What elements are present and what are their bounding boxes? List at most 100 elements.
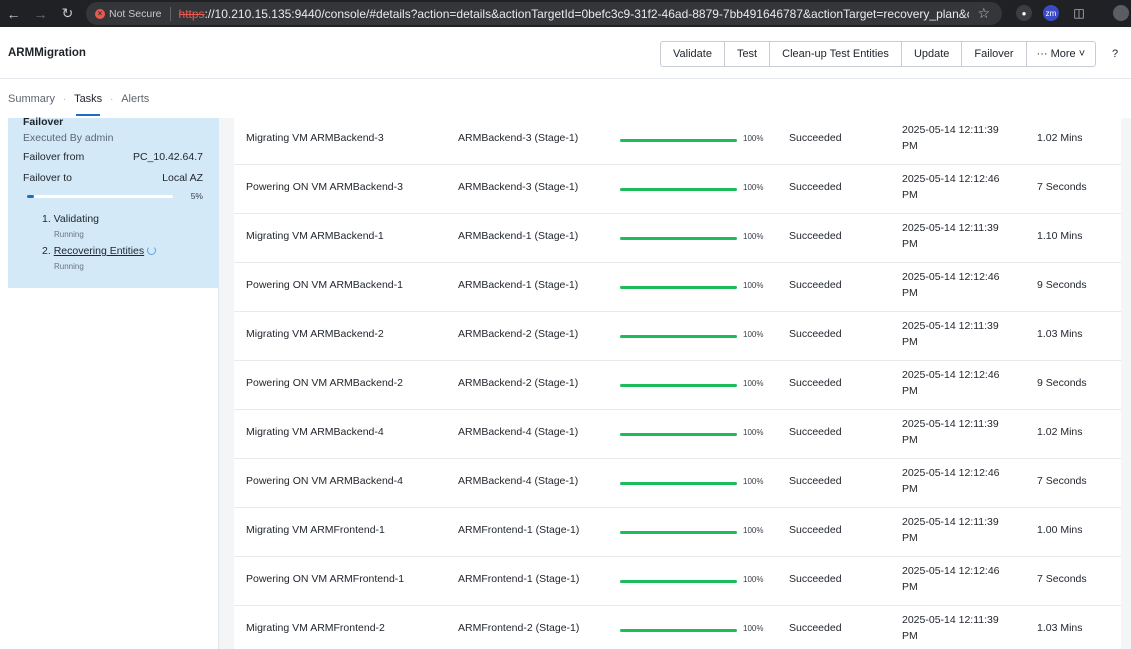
task-progress-label: 100% (743, 428, 764, 437)
task-time-date: 2025-05-14 12:11:39 (902, 614, 999, 626)
task-progress-bar (620, 482, 737, 485)
task-time-date: 2025-05-14 12:11:39 (902, 320, 999, 332)
failover-to-label: Failover to (23, 172, 73, 184)
table-row[interactable]: Powering ON VM ARMFrontend-1 ARMFrontend-… (234, 557, 1121, 606)
task-progress-fill (620, 482, 737, 485)
task-time-ampm: PM (902, 483, 918, 495)
failover-from-value: PC_10.42.64.7 (132, 151, 203, 163)
task-duration: 1.02 Mins (1037, 132, 1083, 144)
table-row[interactable]: Powering ON VM ARMBackend-4 ARMBackend-4 … (234, 459, 1121, 508)
tasks-table: Migrating VM ARMBackend-3 ARMBackend-3 (S… (234, 118, 1121, 649)
task-progress-fill (620, 384, 737, 387)
task-duration: 1.03 Mins (1037, 328, 1083, 340)
task-name: Migrating VM ARMBackend-3 (246, 132, 384, 144)
security-indicator[interactable]: × Not Secure (95, 8, 162, 20)
reload-icon[interactable]: ↻ (54, 0, 81, 27)
failover-card[interactable]: Failover Executed By admin Failover from… (8, 116, 219, 288)
table-row[interactable]: Migrating VM ARMBackend-3 ARMBackend-3 (S… (234, 118, 1121, 165)
task-progress-label: 100% (743, 134, 764, 143)
failover-button[interactable]: Failover (962, 42, 1027, 66)
table-row[interactable]: Powering ON VM ARMBackend-2 ARMBackend-2 … (234, 361, 1121, 410)
failover-to-value: Local AZ (162, 172, 203, 184)
update-button[interactable]: Update (902, 42, 963, 66)
task-time-ampm: PM (902, 630, 918, 642)
left-panel: Failover Executed By admin Failover from… (8, 116, 219, 649)
cleanup-test-entities-button[interactable]: Clean-up Test Entities (770, 42, 902, 66)
account-avatar[interactable] (1113, 5, 1129, 21)
task-progress-label: 100% (743, 281, 764, 290)
failover-title: Failover (23, 116, 64, 128)
task-entity: ARMBackend-4 (Stage-1) (458, 475, 579, 487)
table-row[interactable]: Powering ON VM ARMBackend-3 ARMBackend-3 … (234, 165, 1121, 214)
failover-from-label: Failover from (23, 151, 85, 163)
task-entity: ARMBackend-2 (Stage-1) (458, 377, 579, 389)
warning-icon: × (95, 8, 105, 19)
validate-button[interactable]: Validate (661, 42, 725, 66)
task-entity: ARMBackend-3 (Stage-1) (458, 181, 579, 193)
task-duration: 7 Seconds (1037, 573, 1087, 585)
task-status: Succeeded (789, 230, 842, 242)
table-row[interactable]: Migrating VM ARMBackend-4 ARMBackend-4 (S… (234, 410, 1121, 459)
failover-progress-fill (27, 195, 35, 198)
task-start-time: 2025-05-14 12:11:39 PM (902, 416, 1002, 448)
task-time-ampm: PM (902, 336, 918, 348)
task-progress-fill (620, 580, 737, 583)
table-row[interactable]: Migrating VM ARMBackend-1 ARMBackend-1 (S… (234, 214, 1121, 263)
help-icon[interactable]: ? (1112, 48, 1118, 60)
table-row[interactable]: Powering ON VM ARMBackend-1 ARMBackend-1 … (234, 263, 1121, 312)
app-header: ARMMigration Validate Test Clean-up Test… (0, 27, 1131, 79)
extension-icon[interactable]: ● (1016, 5, 1032, 21)
failover-progress-bar (27, 195, 173, 198)
url-scheme: https (178, 6, 205, 21)
table-row[interactable]: Migrating VM ARMBackend-2 ARMBackend-2 (S… (234, 312, 1121, 361)
task-status: Succeeded (789, 328, 842, 340)
task-progress-label: 100% (743, 183, 764, 192)
task-time-date: 2025-05-14 12:12:46 (902, 271, 1000, 283)
task-status: Succeeded (789, 426, 842, 438)
test-button[interactable]: Test (725, 42, 771, 66)
task-name: Migrating VM ARMBackend-2 (246, 328, 384, 340)
task-progress-label: 100% (743, 330, 764, 339)
task-name: Migrating VM ARMFrontend-1 (246, 524, 385, 536)
task-progress-fill (620, 629, 737, 632)
table-row[interactable]: Migrating VM ARMFrontend-1 ARMFrontend-1 … (234, 508, 1121, 557)
task-start-time: 2025-05-14 12:12:46 PM (902, 269, 1002, 301)
tab-bar: Summary · Tasks · Alerts (0, 80, 1131, 118)
task-status: Succeeded (789, 622, 842, 634)
task-time-ampm: PM (902, 140, 918, 152)
task-entity: ARMBackend-1 (Stage-1) (458, 230, 579, 242)
url-text[interactable]: https://10.210.15.135:9440/console/#deta… (179, 7, 969, 21)
task-time-ampm: PM (902, 532, 918, 544)
task-start-time: 2025-05-14 12:11:39 PM (902, 612, 1002, 644)
divider (169, 6, 171, 21)
task-status: Succeeded (789, 181, 842, 193)
tab-alerts[interactable]: Alerts (113, 80, 157, 118)
failover-progress-label: 5% (190, 191, 203, 201)
tab-tasks[interactable]: Tasks (66, 80, 110, 118)
profile-avatar[interactable]: zm (1043, 5, 1059, 21)
more-dropdown-button[interactable]: ··· More ˅ (1027, 42, 1096, 66)
task-time-ampm: PM (902, 581, 918, 593)
task-time-ampm: PM (902, 434, 918, 446)
recovering-entities-link[interactable]: Recovering Entities (54, 245, 144, 257)
step-number: 2. (42, 245, 51, 257)
task-start-time: 2025-05-14 12:12:46 PM (902, 563, 1002, 595)
forward-icon[interactable]: → (27, 0, 54, 27)
task-duration: 1.10 Mins (1037, 230, 1083, 242)
task-duration: 1.00 Mins (1037, 524, 1083, 536)
task-entity: ARMBackend-3 (Stage-1) (458, 132, 579, 144)
task-progress-fill (620, 286, 737, 289)
step-status: Running (54, 262, 84, 271)
task-progress-bar (620, 433, 737, 436)
bookmark-star-icon[interactable]: ☆ (977, 5, 990, 22)
task-duration: 9 Seconds (1037, 377, 1087, 389)
task-entity: ARMBackend-4 (Stage-1) (458, 426, 579, 438)
task-progress-label: 100% (743, 575, 764, 584)
step-recovering-entities: 2. Recovering Entities (42, 245, 157, 257)
address-bar[interactable]: × Not Secure https://10.210.15.135:9440/… (86, 2, 1002, 25)
back-icon[interactable]: ← (0, 0, 27, 27)
tab-summary[interactable]: Summary (0, 80, 63, 118)
table-row[interactable]: Migrating VM ARMFrontend-2 ARMFrontend-2 … (234, 606, 1121, 649)
puzzle-icon[interactable]: ◫ (1071, 5, 1087, 21)
task-time-date: 2025-05-14 12:11:39 (902, 124, 999, 136)
